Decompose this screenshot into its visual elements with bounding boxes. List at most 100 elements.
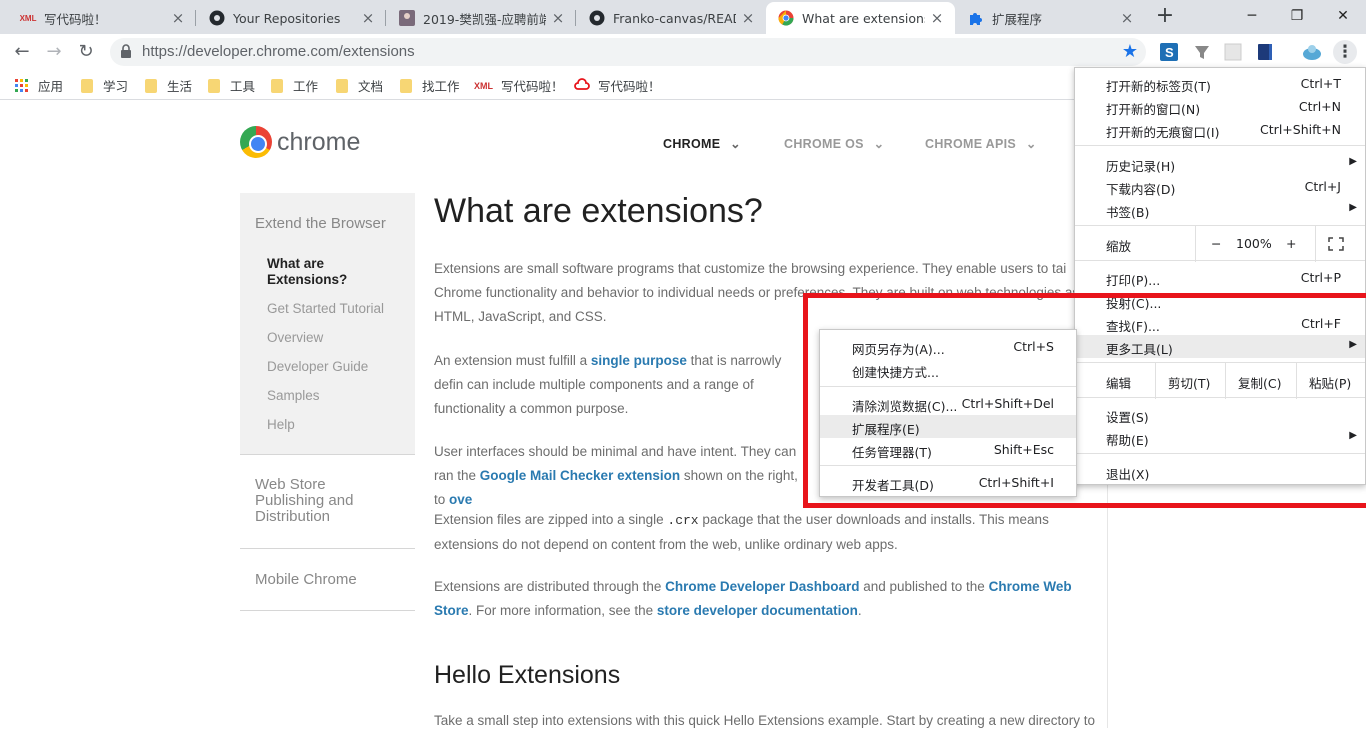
extension-book-icon[interactable]	[1256, 43, 1274, 61]
paragraph-ui: User interfaces should be minimal and ha…	[434, 444, 798, 507]
sidebar-item-overview[interactable]: Overview	[267, 330, 323, 345]
chrome-logo[interactable]: chrome	[240, 126, 360, 158]
link-store-docs[interactable]: store developer documentation	[657, 603, 858, 618]
menu-item-new-window[interactable]: 打开新的窗口(N) Ctrl+N	[1075, 95, 1365, 118]
submenu-arrow-icon: ▶	[1349, 339, 1357, 350]
nav-chrome-os[interactable]: CHROME OS ⌄	[784, 136, 884, 151]
tab-xiedaima[interactable]: XML 写代码啦！ ×	[8, 2, 196, 34]
bookmark-folder-life[interactable]: 生活	[145, 76, 192, 95]
menu-item-new-tab[interactable]: 打开新的标签页(T) Ctrl+T	[1075, 72, 1365, 95]
address-bar[interactable]: https://developer.chrome.com/extensions …	[110, 38, 1146, 66]
sidebar-item-developer-guide[interactable]: Developer Guide	[267, 359, 368, 374]
extension-s-icon[interactable]: S	[1160, 43, 1178, 61]
bookmark-folder-jobs[interactable]: 找工作	[400, 76, 460, 95]
menu-item-exit[interactable]: 退出(X)	[1075, 460, 1365, 483]
tab-title: Franko-canvas/READM	[613, 10, 736, 26]
link-single-purpose[interactable]: single purpose	[591, 353, 687, 368]
bookmark-folder-docs[interactable]: 文档	[336, 76, 383, 95]
paste-button[interactable]: 粘贴(P)	[1309, 373, 1351, 392]
nav-chrome[interactable]: CHROME ⌄	[663, 136, 741, 151]
menu-item-clear-data[interactable]: 清除浏览数据(C)... Ctrl+Shift+Del	[820, 392, 1076, 415]
paragraph-hello: Take a small step into extensions with t…	[434, 713, 1096, 728]
folder-icon	[336, 78, 348, 93]
reload-button[interactable]: ↻	[74, 40, 98, 64]
sidebar-item-samples[interactable]: Samples	[267, 388, 320, 403]
menu-item-bookmarks[interactable]: 书签(B) ▶	[1075, 198, 1365, 221]
bookmark-star-icon[interactable]: ★	[1122, 41, 1138, 62]
tab-close-icon[interactable]: ×	[550, 9, 566, 27]
sidebar-item-help[interactable]: Help	[267, 417, 295, 432]
extension-filter-icon[interactable]	[1193, 43, 1211, 61]
tab-close-icon[interactable]: ×	[1119, 9, 1135, 27]
tab-title: 写代码啦！	[44, 11, 107, 27]
menu-item-history[interactable]: 历史记录(H) ▶	[1075, 152, 1365, 175]
tab-close-icon[interactable]: ×	[360, 9, 376, 27]
folder-icon	[145, 78, 157, 93]
zoom-out-button[interactable]: −	[1211, 236, 1221, 251]
menu-item-create-shortcut[interactable]: 创建快捷方式...	[820, 358, 1076, 381]
folder-icon	[81, 78, 93, 93]
menu-item-help[interactable]: 帮助(E) ▶	[1075, 426, 1365, 449]
chrome-menu-button[interactable]: ⋮	[1333, 40, 1357, 64]
menu-item-task-manager[interactable]: 任务管理器(T) Shift+Esc	[820, 438, 1076, 461]
copy-button[interactable]: 复制(C)	[1238, 373, 1281, 392]
avatar-favicon-icon	[399, 10, 415, 26]
link-gmail-checker[interactable]: Google Mail Checker extension	[480, 468, 680, 483]
fullscreen-icon[interactable]	[1328, 237, 1344, 254]
menu-item-more-tools[interactable]: 更多工具(L) ▶	[1075, 335, 1365, 358]
menu-item-incognito[interactable]: 打开新的无痕窗口(I) Ctrl+Shift+N	[1075, 118, 1365, 141]
divider	[1107, 482, 1108, 728]
link-dashboard[interactable]: Chrome Developer Dashboard	[665, 579, 859, 594]
menu-item-find[interactable]: 查找(F)... Ctrl+F	[1075, 312, 1365, 335]
forward-button[interactable]: →	[42, 40, 66, 64]
extension-grid-icon[interactable]	[1224, 43, 1242, 61]
sidebar-heading-extend[interactable]: Extend the Browser	[255, 215, 386, 232]
paragraph-crx: Extension files are zipped into a single…	[434, 512, 1049, 552]
tab-close-icon[interactable]: ×	[929, 9, 945, 27]
sidebar-item-what-are-extensions[interactable]: What are Extensions?	[267, 256, 367, 288]
bookmark-folder-study[interactable]: 学习	[81, 76, 128, 95]
new-tab-button[interactable]: +	[1153, 5, 1177, 29]
browser-toolbar: ← → ↻ https://developer.chrome.com/exten…	[0, 34, 1366, 70]
profile-avatar-icon[interactable]	[1302, 43, 1321, 61]
bookmark-folder-tools[interactable]: 工具	[208, 76, 255, 95]
bookmark-xiedaima-2[interactable]: 写代码啦！	[574, 76, 661, 95]
menu-item-settings[interactable]: 设置(S)	[1075, 403, 1365, 426]
chrome-logo-icon	[240, 126, 272, 158]
menu-item-save-page[interactable]: 网页另存为(A)... Ctrl+S	[820, 335, 1076, 358]
tab-your-repositories[interactable]: Your Repositories ×	[197, 2, 386, 34]
url-text: https://developer.chrome.com/extensions	[142, 43, 415, 60]
submenu-arrow-icon: ▶	[1349, 202, 1357, 213]
tab-extensions[interactable]: 扩展程序 ×	[956, 2, 1145, 34]
minimize-button[interactable]: ─	[1240, 4, 1264, 28]
zoom-in-button[interactable]: +	[1286, 236, 1296, 251]
apps-grid-icon	[15, 79, 28, 92]
chrome-main-menu: 打开新的标签页(T) Ctrl+T 打开新的窗口(N) Ctrl+N 打开新的无痕窗…	[1074, 67, 1366, 485]
bookmark-xiedaima-1[interactable]: XML 写代码啦！	[474, 76, 564, 95]
github-icon	[209, 10, 225, 26]
sidebar-heading-mobile[interactable]: Mobile Chrome	[255, 571, 357, 588]
menu-item-downloads[interactable]: 下载内容(D) Ctrl+J	[1075, 175, 1365, 198]
tab-close-icon[interactable]: ×	[170, 9, 186, 27]
tab-close-icon[interactable]: ×	[740, 9, 756, 27]
link-overview[interactable]: ove	[449, 492, 472, 507]
sidebar-item-get-started[interactable]: Get Started Tutorial	[267, 301, 384, 316]
menu-item-cast[interactable]: 投射(C)...	[1075, 289, 1365, 312]
bookmark-folder-work[interactable]: 工作	[271, 76, 318, 95]
folder-icon	[208, 78, 220, 93]
tab-resume[interactable]: 2019-樊凯强-应聘前端 ×	[387, 2, 576, 34]
tab-title: 2019-樊凯强-应聘前端	[423, 11, 546, 27]
tab-franko-canvas[interactable]: Franko-canvas/READM ×	[577, 2, 766, 34]
tab-what-are-extensions[interactable]: What are extensions? ×	[766, 2, 955, 34]
sidebar-heading-webstore[interactable]: Web Store Publishing and Distribution	[255, 477, 375, 525]
bookmark-apps[interactable]: 应用	[15, 76, 63, 95]
close-window-button[interactable]: ✕	[1331, 4, 1355, 28]
back-button[interactable]: ←	[10, 40, 34, 64]
nav-chrome-apis[interactable]: CHROME APIS ⌄	[925, 136, 1037, 151]
menu-item-print[interactable]: 打印(P)... Ctrl+P	[1075, 266, 1365, 289]
menu-item-devtools[interactable]: 开发者工具(D) Ctrl+Shift+I	[820, 471, 1076, 494]
menu-item-extensions[interactable]: 扩展程序(E)	[820, 415, 1076, 438]
cut-button[interactable]: 剪切(T)	[1168, 373, 1210, 392]
restore-button[interactable]: ❐	[1285, 4, 1309, 28]
svg-text:S: S	[1165, 45, 1174, 60]
